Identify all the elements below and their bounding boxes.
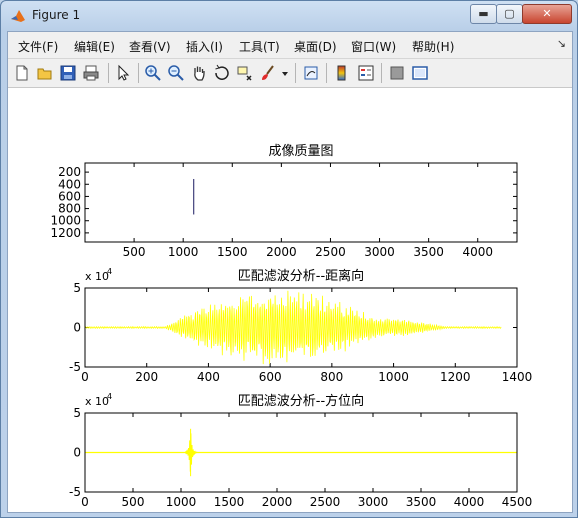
close-button[interactable]: ✕ [522,4,572,24]
x-tick-label: 3500 [406,495,437,509]
x-tick-label: 4000 [454,495,485,509]
x-tick-label: 2500 [310,495,341,509]
exponent-label: x 10 [85,395,109,408]
menu-edit[interactable]: 编辑(E) [74,38,115,55]
axes-azimuth-filter[interactable]: 匹配滤波分析--方位向 x 104 0 500 1000 1500 2000 2500 3000… [69,392,532,509]
colorbar-icon[interactable] [334,64,352,82]
menu-help[interactable]: 帮助(H) [412,38,454,55]
x-tick-label: 1000 [168,245,199,259]
y-tick-label: -5 [69,360,81,374]
link-plot-icon[interactable] [302,64,320,82]
menu-insert[interactable]: 插入(I) [186,38,223,55]
client-area: 文件(F) 编辑(E) 查看(V) 插入(I) 工具(T) 桌面(D) 窗口(W… [7,31,573,513]
axes-title: 匹配滤波分析--方位向 [238,393,364,409]
x-tick-label: 500 [123,245,146,259]
axes-title: 匹配滤波分析--距离向 [238,268,364,284]
x-tick-label: 1200 [440,370,471,384]
minimize-button[interactable]: ▬ [470,4,497,24]
matlab-logo-icon [11,10,25,22]
x-tick-label: 3000 [358,495,389,509]
exponent-value: 4 [107,267,112,276]
toolbar-separator [108,63,109,83]
x-tick-label: 0 [81,495,89,509]
menu-desktop[interactable]: 桌面(D) [294,38,337,55]
menu-bar: 文件(F) 编辑(E) 查看(V) 插入(I) 工具(T) 桌面(D) 窗口(W… [8,32,572,59]
exponent-value: 4 [107,392,112,401]
x-tick-label: 1500 [214,495,245,509]
x-tick-label: 1500 [217,245,248,259]
brush-icon[interactable] [259,64,277,82]
axes-range-filter[interactable]: 匹配滤波分析--距离向 x 104 0 200 400 600 800 1000 1200 140… [69,267,532,384]
window-title: Figure 1 [32,8,81,22]
menu-file[interactable]: 文件(F) [18,38,58,55]
y-tick-label: 1200 [50,226,81,240]
legend-icon[interactable] [357,64,375,82]
x-tick-label: 2500 [315,245,346,259]
x-tick-label: 4000 [462,245,493,259]
toolbar-separator [295,63,296,83]
save-icon[interactable] [59,64,77,82]
figure-window: Figure 1 ▬ ▢ ✕ 文件(F) 编辑(E) 查看(V) 插入(I) 工… [0,0,578,518]
x-tick-label: 2000 [266,245,297,259]
x-tick-label: 3500 [413,245,444,259]
open-file-icon[interactable] [36,64,54,82]
menu-window[interactable]: 窗口(W) [351,38,396,55]
brush-dropdown-icon[interactable] [280,64,290,82]
axes-imaging-quality[interactable]: 成像质量图500 1000 1500 2000 2500 3000 3500 40002004… [50,144,518,259]
menu-overflow-icon[interactable]: ↘ [557,37,566,50]
zoom-in-icon[interactable] [144,64,162,82]
y-tick-label: 0 [73,446,81,460]
maximize-button[interactable]: ▢ [496,4,523,24]
axes-title: 成像质量图 [268,144,333,159]
x-tick-label: 1000 [378,370,409,384]
x-tick-label: 400 [197,370,220,384]
y-tick-label: 5 [73,406,81,420]
x-tick-label: 600 [259,370,282,384]
x-tick-label: 4500 [502,495,533,509]
toolbar-separator [138,63,139,83]
x-tick-label: 800 [320,370,343,384]
pointer-icon[interactable] [114,64,132,82]
toolbar-separator [381,63,382,83]
pan-hand-icon[interactable] [190,64,208,82]
hide-plot-tools-icon[interactable] [388,64,406,82]
x-tick-label: 1000 [166,495,197,509]
figure-toolbar [8,59,572,88]
figure-canvas: 成像质量图500 1000 1500 2000 2500 3000 3500 40002004… [8,88,572,512]
y-tick-label: 0 [73,321,81,335]
menu-tools[interactable]: 工具(T) [239,38,280,55]
y-tick-label: 5 [73,281,81,295]
x-tick-label: 500 [122,495,145,509]
show-plot-tools-icon[interactable] [411,64,429,82]
x-tick-label: 3000 [364,245,395,259]
print-icon[interactable] [82,64,100,82]
zoom-out-icon[interactable] [167,64,185,82]
menu-view[interactable]: 查看(V) [129,38,171,55]
y-tick-label: -5 [69,485,81,499]
exponent-label: x 10 [85,270,109,283]
new-figure-icon[interactable] [13,64,31,82]
toolbar-separator [326,63,327,83]
x-tick-label: 1400 [502,370,533,384]
axes-background [85,163,517,242]
title-bar[interactable]: Figure 1 ▬ ▢ ✕ [1,1,577,31]
data-cursor-icon[interactable] [236,64,254,82]
x-tick-label: 0 [81,370,89,384]
x-tick-label: 2000 [262,495,293,509]
x-tick-label: 200 [135,370,158,384]
rotate-3d-icon[interactable] [213,64,231,82]
